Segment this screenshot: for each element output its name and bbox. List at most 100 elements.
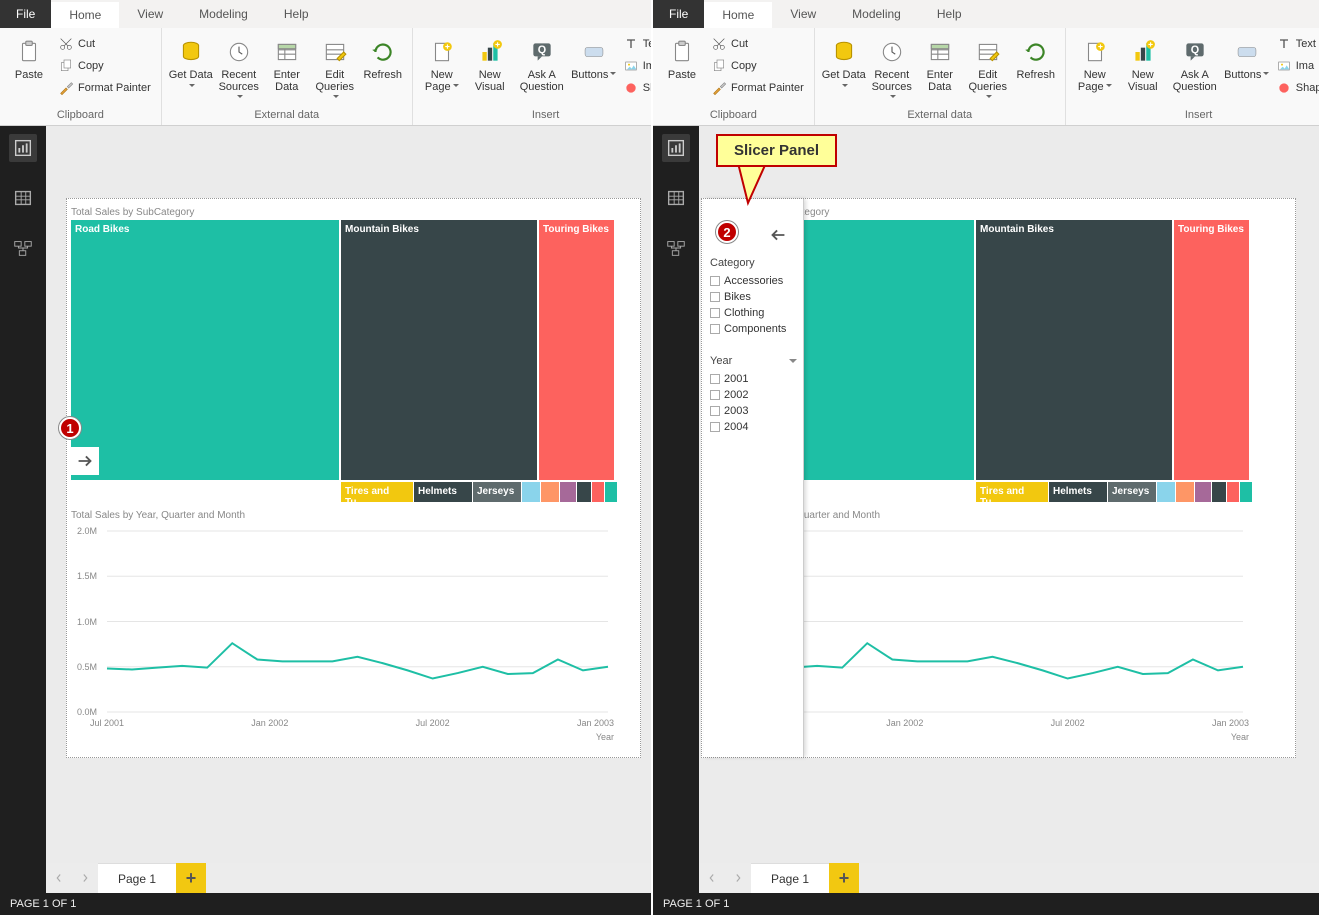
treemap-cell[interactable]: Jerseys <box>473 482 521 502</box>
copy-button[interactable]: Copy <box>54 56 155 76</box>
format-painter-button[interactable]: Format Painter <box>54 78 155 98</box>
shapes-button[interactable]: Shap <box>1272 78 1319 98</box>
treemap-cell[interactable] <box>1195 482 1211 502</box>
refresh-button[interactable]: Refresh <box>360 32 406 82</box>
treemap-cell[interactable] <box>1157 482 1175 502</box>
view-data[interactable] <box>9 184 37 212</box>
slicer-panel[interactable]: CategoryAccessoriesBikesClothingComponen… <box>704 199 804 757</box>
format-painter-button[interactable]: Format Painter <box>707 78 808 98</box>
slicer-item[interactable]: Components <box>710 321 797 337</box>
refresh-button[interactable]: Refresh <box>1013 32 1059 82</box>
page-tab-1[interactable]: Page 1 <box>751 863 829 893</box>
tab-home[interactable]: Home <box>704 0 772 28</box>
treemap-cell[interactable] <box>1212 482 1226 502</box>
slicer-item[interactable]: 2002 <box>710 387 797 403</box>
treemap-cell[interactable] <box>522 482 540 502</box>
slicer-item[interactable]: 2004 <box>710 419 797 435</box>
collapse-slicer-panel-button[interactable] <box>764 221 792 249</box>
page-prev-button[interactable] <box>46 863 72 893</box>
treemap-cell[interactable]: Mountain Bikes <box>341 220 537 480</box>
treemap-cell[interactable] <box>592 482 604 502</box>
paste-button[interactable]: Paste <box>659 32 705 82</box>
treemap-cell[interactable] <box>541 482 559 502</box>
slicer-item[interactable]: Accessories <box>710 273 797 289</box>
treemap-cell[interactable]: Touring Bikes <box>539 220 614 480</box>
buttons-button[interactable]: Buttons <box>571 32 617 82</box>
new-visual-button[interactable]: New Visual <box>467 32 513 93</box>
page-tab-1[interactable]: Page 1 <box>98 863 176 893</box>
page-prev-button[interactable] <box>699 863 725 893</box>
page-next-button[interactable] <box>72 863 98 893</box>
format-painter-icon <box>58 80 74 96</box>
treemap-cell[interactable]: Tires and Tu... <box>341 482 413 502</box>
view-model[interactable] <box>662 234 690 262</box>
text-box-button[interactable]: Text <box>1272 34 1319 54</box>
copy-button[interactable]: Copy <box>707 56 808 76</box>
image-button[interactable]: Ima <box>619 56 653 76</box>
expand-slicer-panel-button[interactable] <box>71 447 99 475</box>
treemap-visual[interactable]: Total Sales by SubCategoryRoad BikesMoun… <box>67 199 640 502</box>
tab-help[interactable]: Help <box>266 0 327 28</box>
ribbon-group: Get DataRecent SourcesEnter DataEdit Que… <box>162 28 413 125</box>
edit-queries-button[interactable]: Edit Queries <box>965 32 1011 105</box>
tab-modeling[interactable]: Modeling <box>834 0 919 28</box>
slicer-item[interactable]: 2003 <box>710 403 797 419</box>
treemap-cell[interactable] <box>560 482 576 502</box>
image-button[interactable]: Ima <box>1272 56 1319 76</box>
tab-modeling[interactable]: Modeling <box>181 0 266 28</box>
button-label: Paste <box>15 70 43 82</box>
view-report[interactable] <box>662 134 690 162</box>
shapes-button[interactable]: Shap <box>619 78 653 98</box>
ask-question-button[interactable]: QAsk A Question <box>515 32 569 93</box>
view-model[interactable] <box>9 234 37 262</box>
slicer-item[interactable]: Bikes <box>710 289 797 305</box>
treemap-cell[interactable] <box>605 482 617 502</box>
recent-sources-button[interactable]: Recent Sources <box>216 32 262 105</box>
new-visual-button[interactable]: New Visual <box>1120 32 1166 93</box>
slicer-item[interactable]: 2001 <box>710 371 797 387</box>
slicer-header-year[interactable]: Year <box>710 355 797 367</box>
tab-file[interactable]: File <box>0 0 51 28</box>
button-label: Format Painter <box>78 82 151 94</box>
new-page-button[interactable]: New Page <box>1072 32 1118 93</box>
button-label: Ask A Question <box>515 70 569 93</box>
paste-button[interactable]: Paste <box>6 32 52 82</box>
tab-file[interactable]: File <box>653 0 704 28</box>
page-next-button[interactable] <box>725 863 751 893</box>
view-data[interactable] <box>662 184 690 212</box>
new-page-button[interactable]: New Page <box>419 32 465 93</box>
cut-button[interactable]: Cut <box>54 34 155 54</box>
treemap-cell[interactable]: Helmets <box>414 482 472 502</box>
get-data-button[interactable]: Get Data <box>821 32 867 93</box>
get-data-button[interactable]: Get Data <box>168 32 214 93</box>
edit-queries-button[interactable]: Edit Queries <box>312 32 358 105</box>
buttons-button[interactable]: Buttons <box>1224 32 1270 82</box>
treemap-cell[interactable] <box>577 482 591 502</box>
view-report[interactable] <box>9 134 37 162</box>
treemap-cell[interactable]: Road Bikes <box>71 220 339 480</box>
tab-help[interactable]: Help <box>919 0 980 28</box>
report-page[interactable]: Total Sales by SubCategoryRoad BikesMoun… <box>701 198 1296 758</box>
add-page-button[interactable]: + <box>176 863 206 893</box>
slicer-item[interactable]: Clothing <box>710 305 797 321</box>
tab-view[interactable]: View <box>772 0 834 28</box>
cut-button[interactable]: Cut <box>707 34 808 54</box>
enter-data-button[interactable]: Enter Data <box>264 32 310 93</box>
enter-data-button[interactable]: Enter Data <box>917 32 963 93</box>
recent-sources-button[interactable]: Recent Sources <box>869 32 915 105</box>
treemap-cell[interactable] <box>1240 482 1252 502</box>
ask-question-button[interactable]: QAsk A Question <box>1168 32 1222 93</box>
treemap-cell[interactable]: Jerseys <box>1108 482 1156 502</box>
tab-view[interactable]: View <box>119 0 181 28</box>
treemap-cell[interactable]: Touring Bikes <box>1174 220 1249 480</box>
treemap-cell[interactable]: Tires and Tu... <box>976 482 1048 502</box>
treemap-cell[interactable] <box>1227 482 1239 502</box>
treemap-cell[interactable]: Helmets <box>1049 482 1107 502</box>
treemap-cell[interactable]: Mountain Bikes <box>976 220 1172 480</box>
add-page-button[interactable]: + <box>829 863 859 893</box>
text-box-button[interactable]: Text <box>619 34 653 54</box>
line-chart-visual[interactable]: Total Sales by Year, Quarter and Month0.… <box>67 502 640 742</box>
tab-home[interactable]: Home <box>51 0 119 28</box>
treemap-cell[interactable] <box>1176 482 1194 502</box>
report-page[interactable]: Total Sales by SubCategoryRoad BikesMoun… <box>66 198 641 758</box>
